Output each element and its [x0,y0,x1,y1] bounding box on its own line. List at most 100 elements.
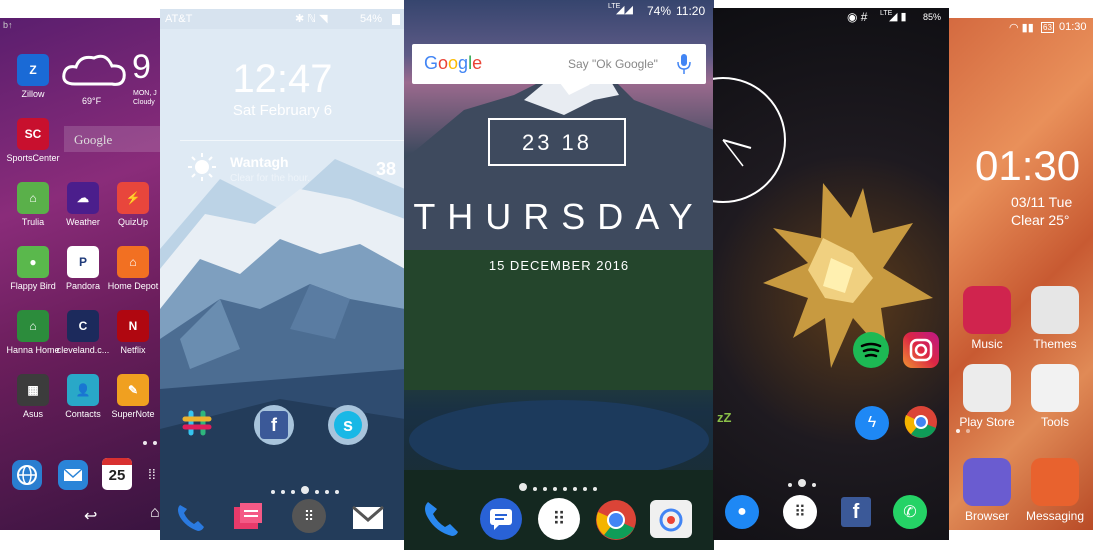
app-icon: ⌂ [117,246,149,278]
signal-icon: ◢ ▮ [889,11,907,23]
app-icon: Z [17,54,49,86]
chrome-app[interactable] [903,404,939,440]
camera-dock-app[interactable] [650,500,692,538]
status-bar: LTE ◢◢ 74% 11:20 [404,0,714,18]
status-time: 11:20 [676,4,706,18]
contacts-dock-app[interactable]: ● [725,495,759,529]
person-icon: ● [737,503,747,520]
camera-icon [659,508,683,532]
weather-city: Wantagh [230,154,289,170]
envelope-icon [63,468,83,481]
instagram-app[interactable] [903,332,939,368]
gmail-dock-app[interactable] [350,499,386,535]
search-hint: Say "Ok Google" [568,57,658,71]
weather-big-temp: 9 [132,48,151,86]
search-bar[interactable]: Google [64,126,160,152]
page-indicator [516,478,600,496]
app-themes[interactable]: Themes [1021,286,1089,351]
wifi-hotspot-icon: ◉ # [847,10,868,24]
weather-cond: Cloudy [133,99,155,106]
facebook-dock-app[interactable]: f [841,497,871,527]
app-label: SuperNote [111,409,155,419]
phone-screen-asus: b↑ 9 69°F MON, J Cloudy Google Z Zillow SC… [0,18,160,530]
app-icon: SC [17,118,49,150]
weather-temp: 38 [376,159,397,179]
app-music[interactable]: Music [953,286,1021,351]
facebook-icon: f [260,411,288,439]
slack-app[interactable] [179,405,215,441]
sun-icon [188,153,216,181]
globe-icon [17,465,37,485]
messenger-icon: ϟ [867,414,877,431]
app-supernote[interactable]: ✎ SuperNote [103,374,160,419]
status-bar: ◉ # LTE ◢ ▮ 85% [713,8,949,26]
app-label: Tools [1040,415,1069,429]
grid-icon: ⠿ [552,508,566,529]
phone-icon [425,502,458,536]
home-icon[interactable]: ⌂ [150,504,160,522]
facebook-app[interactable]: f [254,405,294,445]
app-label: QuizUp [117,217,148,227]
whatsapp-dock-app[interactable]: ✆ [893,495,927,529]
all-apps-button[interactable]: ⠿ [292,499,326,533]
app-tools[interactable]: Tools [1021,364,1089,429]
google-logo: Google [424,53,483,73]
instagram-icon [909,338,933,362]
weather-widget[interactable]: 9 69°F MON, J Cloudy [60,48,160,110]
weather-desc: Clear for the hour. [230,173,311,184]
phone-screen-miui: ◠ ▮▮ 63 01:30 01:30 03/11 Tue Clear 25° … [949,18,1093,530]
clock: 23 18 [521,130,593,155]
skype-app[interactable]: s [328,405,368,445]
cloud-icon [62,54,126,86]
messaging-dock-app[interactable] [230,499,266,535]
clock-box[interactable]: 23 18 [488,118,626,166]
app-quizup[interactable]: ⚡ QuizUp [103,182,160,227]
message-icon [234,503,262,529]
battery-percent: 74% [647,4,672,18]
app-label: Messaging [1025,509,1085,523]
google-search-bar[interactable]: Google Say "Ok Google" [412,44,706,84]
app-sportscenter[interactable]: SC SportsCenter [3,118,63,163]
message-icon [490,509,512,530]
date: Sat February 6 [232,102,333,119]
date: 03/11 Tue [1011,194,1073,210]
app-icon [1031,286,1079,334]
status-bar: ◠ ▮▮ 63 01:30 [949,18,1093,36]
app-icon: ⌂ [17,310,49,342]
clock[interactable]: 12:47 [160,57,405,102]
analog-clock[interactable] [713,72,793,212]
grid-icon: ⠿ [794,504,806,521]
all-apps-icon[interactable]: ⁞⁞ [148,466,156,482]
all-apps-button[interactable]: ⠿ [783,495,817,529]
app-icon [1031,458,1079,506]
clock[interactable]: 01:30 [975,142,1080,190]
spotify-app[interactable] [853,332,889,368]
sleep-app-icon[interactable]: zZ [717,410,731,425]
messenger-app[interactable]: ϟ [855,406,889,440]
all-apps-button[interactable]: ⠿ [538,498,580,540]
app-icon: ⌂ [17,182,49,214]
phone-screen-crystal: ◉ # LTE ◢ ▮ 85% zZ ϟ ● ⠿ f ✆ [713,8,949,540]
battery-level: 63 [1041,22,1054,33]
app-label: Music [971,337,1003,351]
app-icon: ⚡ [117,182,149,214]
app-home-depot[interactable]: ⌂ Home Depot [103,246,160,291]
browser-dock-icon[interactable] [12,460,42,490]
app-browser[interactable]: Browser [953,458,1021,523]
phone-dock-app[interactable] [172,499,208,535]
mic-icon[interactable] [676,52,692,76]
phone-dock-app[interactable] [418,496,462,540]
page-indicator [953,420,973,438]
app-label: Netflix [120,345,146,355]
messages-dock-app[interactable] [480,498,522,540]
app-netflix[interactable]: N Netflix [103,310,160,355]
wifi-signal-icons: ◠ ▮▮ [1009,22,1034,34]
chrome-dock-app[interactable] [594,498,638,542]
divider [180,140,405,141]
email-dock-icon[interactable] [58,460,88,490]
calendar-dock-icon[interactable]: 25 [102,458,132,490]
weather-date: MON, J [133,90,157,97]
back-icon[interactable]: ↩ [84,506,97,526]
app-zillow[interactable]: Z Zillow [3,54,63,99]
app-messaging[interactable]: Messaging [1021,458,1089,523]
